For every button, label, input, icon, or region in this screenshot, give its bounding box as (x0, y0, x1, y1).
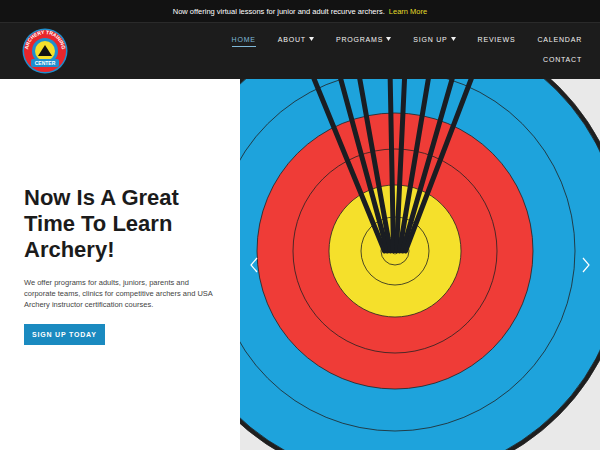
nav-item[interactable]: CALENDAR (537, 36, 582, 47)
caret-down-icon (309, 37, 314, 41)
page: Now offering virtual lessons for junior … (0, 0, 600, 450)
next-slide-icon[interactable] (581, 257, 591, 273)
learn-more-link[interactable]: Learn More (389, 7, 427, 16)
previous-slide-icon[interactable] (249, 257, 259, 273)
nav-item[interactable]: REVIEWS (478, 36, 516, 47)
sign-up-button[interactable]: SIGN UP TODAY (24, 324, 105, 345)
hero-image (240, 79, 600, 450)
nav-item[interactable]: ABOUT (278, 36, 314, 47)
hero-content: Now Is A Great Time To Learn Archery! We … (0, 79, 240, 450)
announcement-text: Now offering virtual lessons for junior … (173, 7, 385, 16)
hero-title: Now Is A Great Time To Learn Archery! (24, 185, 209, 263)
nav-item[interactable]: CONTACT (543, 56, 582, 67)
nav-item[interactable]: SIGN UP (413, 36, 455, 47)
nav-item[interactable]: HOME (232, 36, 256, 47)
hero: Now Is A Great Time To Learn Archery! We … (0, 79, 600, 450)
caret-down-icon (451, 37, 456, 41)
caret-down-icon (386, 37, 391, 41)
nav-item[interactable]: PROGRAMS (336, 36, 391, 47)
svg-text:CENTER: CENTER (35, 60, 56, 66)
logo-icon[interactable]: ARCHERY TRAININGCENTER (22, 28, 68, 74)
announcement-bar: Now offering virtual lessons for junior … (0, 0, 600, 22)
main-nav: HOME ABOUT PROGRAMS SIGN UP REVIEWS CALENDAR C… (222, 36, 582, 67)
header: ARCHERY TRAININGCENTER HOME ABOUT PROGRAMS S… (0, 22, 600, 79)
hero-description: We offer programs for adults, juniors, p… (24, 277, 214, 310)
target-image-icon (240, 79, 600, 450)
